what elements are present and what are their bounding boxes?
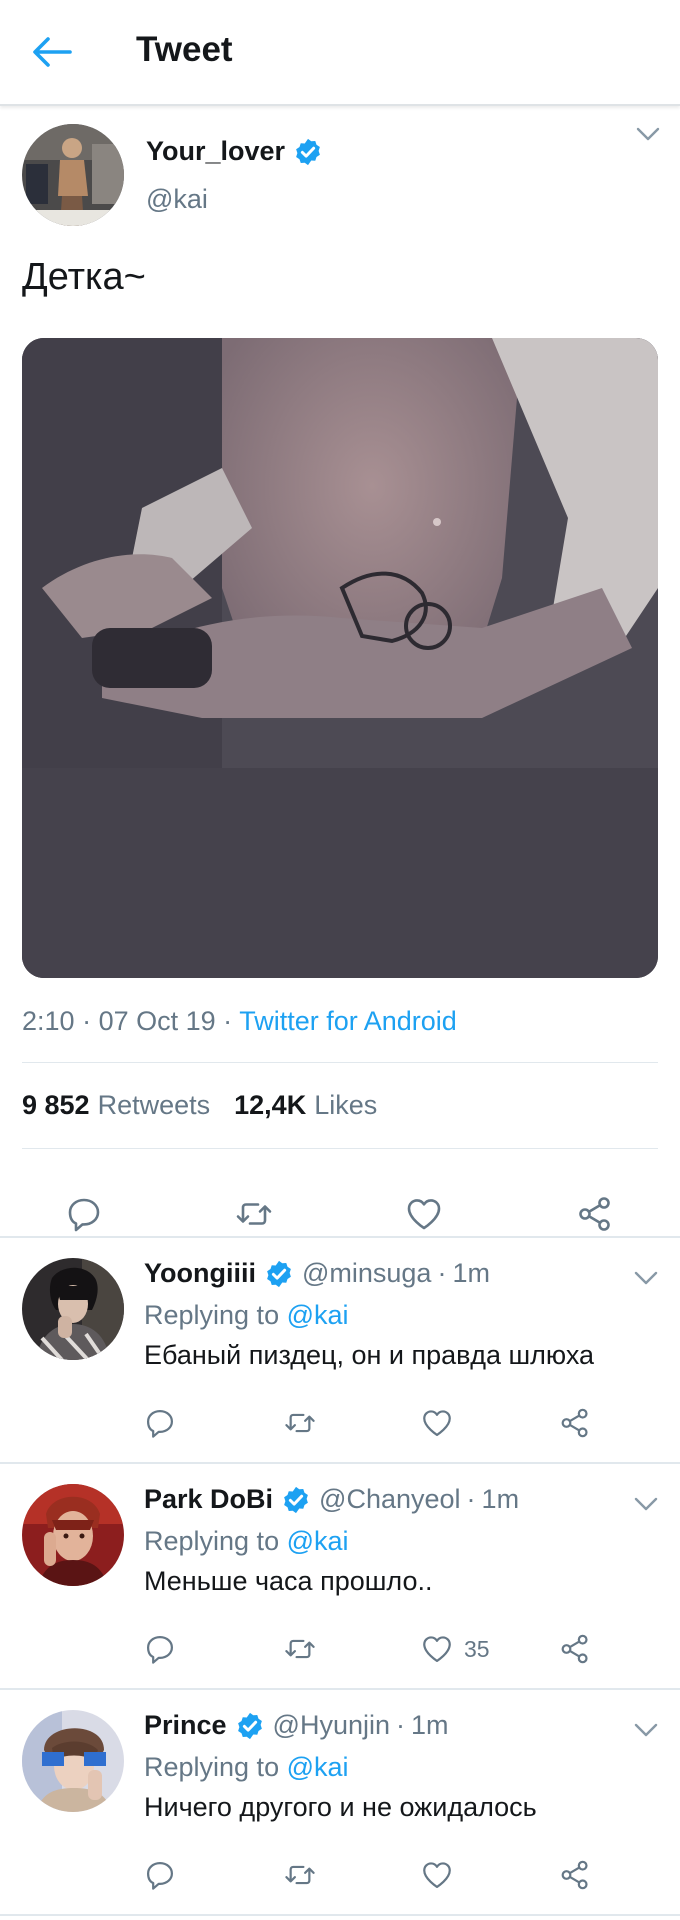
page-title: Tweet — [136, 30, 233, 69]
tweet-meta: 2:10 · 07 Oct 19 · Twitter for Android — [22, 1006, 457, 1037]
arrow-left-icon — [33, 37, 72, 67]
avatar[interactable] — [22, 1258, 124, 1360]
likes-stat[interactable]: 12,4K Likes — [234, 1090, 377, 1121]
main-tweet: Your_lover @kai Детка~ 2:10 · 07 Oct 19 … — [0, 106, 680, 1236]
tweet-time: 2:10 — [22, 1006, 75, 1036]
retweet-icon[interactable] — [283, 1406, 317, 1440]
chevron-down-icon[interactable] — [632, 1720, 660, 1740]
heart-icon[interactable] — [420, 1858, 454, 1892]
reply-icon[interactable] — [143, 1858, 177, 1892]
retweets-count: 9 852 — [22, 1090, 90, 1120]
replying-to: Replying to @kai — [144, 1526, 349, 1557]
divider — [22, 1062, 658, 1063]
replying-to: Replying to @kai — [144, 1752, 349, 1783]
share-icon[interactable] — [558, 1406, 592, 1440]
author-name-row: Your_lover — [146, 136, 323, 167]
verified-badge-icon — [281, 1485, 311, 1515]
likes-count: 12,4K — [234, 1090, 307, 1120]
reply-tweet[interactable]: Yoongiiii @minsuga · 1m Replying to @kai… — [0, 1238, 680, 1463]
reply-header: Yoongiiii @minsuga · 1m — [144, 1258, 490, 1289]
mention-link[interactable]: @kai — [287, 1300, 349, 1330]
retweet-icon[interactable] — [283, 1858, 317, 1892]
heart-icon[interactable] — [420, 1406, 454, 1440]
heart-icon[interactable] — [404, 1194, 444, 1234]
divider — [22, 1148, 658, 1149]
verified-badge-icon — [293, 137, 323, 167]
reply-header: Prince @Hyunjin · 1m — [144, 1710, 449, 1741]
avatar[interactable] — [22, 124, 124, 226]
reply-author-handle[interactable]: @Chanyeol — [319, 1484, 461, 1515]
likes-label: Likes — [314, 1090, 378, 1120]
tweet-source-link[interactable]: Twitter for Android — [239, 1006, 457, 1036]
replying-to: Replying to @kai — [144, 1300, 349, 1331]
reply-text: Ничего другого и не ожидалось — [144, 1792, 537, 1822]
reply-tweet[interactable]: Park DoBi @Chanyeol · 1m Replying to @ka… — [0, 1464, 680, 1689]
avatar[interactable] — [22, 1710, 124, 1812]
verified-badge-icon — [235, 1711, 265, 1741]
chevron-down-icon[interactable] — [632, 1494, 660, 1514]
verified-badge-icon — [264, 1259, 294, 1289]
retweet-icon[interactable] — [283, 1632, 317, 1666]
tweet-date: 07 Oct 19 — [98, 1006, 216, 1036]
reply-author-name[interactable]: Yoongiiii — [144, 1258, 256, 1289]
heart-icon[interactable] — [420, 1632, 454, 1666]
chevron-down-icon[interactable] — [632, 1268, 660, 1288]
reply-like-count: 35 — [464, 1636, 490, 1662]
reply-time: 1m — [452, 1258, 490, 1288]
section-divider — [0, 1914, 680, 1916]
share-icon[interactable] — [558, 1632, 592, 1666]
reply-author-handle[interactable]: @minsuga — [302, 1258, 431, 1289]
reply-author-name[interactable]: Prince — [144, 1710, 227, 1741]
replying-label: Replying to — [144, 1752, 280, 1782]
tweet-text: Детка~ — [22, 256, 146, 298]
share-icon[interactable] — [575, 1194, 615, 1234]
retweets-label: Retweets — [97, 1090, 211, 1120]
top-app-bar: Tweet — [0, 0, 680, 106]
reply-author-name[interactable]: Park DoBi — [144, 1484, 273, 1515]
retweets-stat[interactable]: 9 852 Retweets — [22, 1090, 210, 1121]
mention-link[interactable]: @kai — [287, 1526, 349, 1556]
reply-author-handle[interactable]: @Hyunjin — [273, 1710, 390, 1741]
meta-separator: · — [437, 1258, 447, 1288]
reply-header: Park DoBi @Chanyeol · 1m — [144, 1484, 519, 1515]
retweet-icon[interactable] — [234, 1194, 274, 1234]
back-button[interactable] — [30, 34, 74, 70]
replying-label: Replying to — [144, 1300, 280, 1330]
avatar[interactable] — [22, 1484, 124, 1586]
reply-time: 1m — [411, 1710, 449, 1740]
meta-separator: · — [466, 1484, 476, 1514]
meta-separator: · — [223, 1006, 240, 1036]
reply-icon[interactable] — [143, 1632, 177, 1666]
author-name[interactable]: Your_lover — [146, 136, 285, 167]
reply-icon[interactable] — [143, 1406, 177, 1440]
reply-time: 1m — [481, 1484, 520, 1514]
meta-separator: · — [396, 1710, 405, 1740]
reply-tweet[interactable]: Prince @Hyunjin · 1m Replying to @kai Ни… — [0, 1690, 680, 1915]
share-icon[interactable] — [558, 1858, 592, 1892]
reply-text: Ебаный пиздец, он и правда шлюха — [144, 1340, 595, 1370]
reply-icon[interactable] — [64, 1194, 104, 1234]
chevron-down-icon[interactable] — [634, 124, 662, 144]
mention-link[interactable]: @kai — [287, 1752, 349, 1782]
tweet-stats: 9 852 Retweets 12,4K Likes — [22, 1090, 377, 1121]
reply-text: Меньше часа прошло.. — [144, 1566, 433, 1596]
meta-separator: · — [82, 1006, 99, 1036]
tweet-media-image[interactable] — [22, 338, 658, 978]
author-handle[interactable]: @kai — [146, 184, 208, 215]
replying-label: Replying to — [144, 1526, 280, 1556]
